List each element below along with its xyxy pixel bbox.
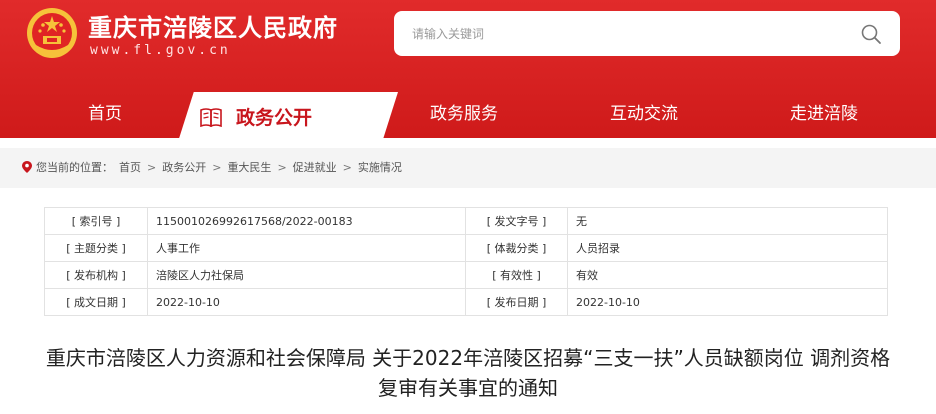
location-pin-icon (22, 161, 32, 173)
search-input[interactable] (412, 11, 832, 56)
breadcrumb-item-gov-affairs-open[interactable]: 政务公开 (162, 161, 206, 174)
genre-category-label: [ 体裁分类 ] (465, 234, 568, 262)
genre-category-value: 人员招录 (567, 234, 888, 262)
breadcrumb-separator: > (147, 161, 157, 174)
breadcrumb-bar: 您当前的位置： 首页 > 政务公开 > 重大民生 > 促进就业 > 实施情况 (0, 148, 936, 188)
table-row: [ 成文日期 ] 2022-10-10 [ 发布日期 ] 2022-10-10 (44, 288, 888, 316)
document-number-value: 无 (567, 207, 888, 235)
document-title: 重庆市涪陵区人力资源和社会保障局 关于2022年涪陵区招募“三支一扶”人员缺额岗… (45, 346, 891, 400)
breadcrumb-item-major-livelihood[interactable]: 重大民生 (227, 161, 271, 174)
breadcrumb-separator: > (212, 161, 222, 174)
book-icon (200, 108, 222, 127)
site-url: www.fl.gov.cn (90, 43, 231, 58)
main-nav: 首页 政务服务 互动交流 走进涪陵 (0, 90, 936, 138)
topic-category-value: 人事工作 (147, 234, 466, 262)
document-info-table: [ 索引号 ] 115001026992617568/2022-00183 [ … (44, 207, 888, 316)
table-row: [ 发布机构 ] 涪陵区人力社保局 [ 有效性 ] 有效 (44, 261, 888, 289)
table-row: [ 索引号 ] 115001026992617568/2022-00183 [ … (44, 207, 888, 235)
table-row: [ 主题分类 ] 人事工作 [ 体裁分类 ] 人员招录 (44, 234, 888, 262)
publish-date-label: [ 发布日期 ] (465, 288, 568, 316)
validity-label: [ 有效性 ] (465, 261, 568, 289)
breadcrumb-item-implementation[interactable]: 实施情况 (358, 161, 402, 174)
national-emblem-icon (27, 8, 77, 58)
breadcrumb: 您当前的位置： 首页 > 政务公开 > 重大民生 > 促进就业 > 实施情况 (22, 148, 402, 188)
index-number-value: 115001026992617568/2022-00183 (147, 207, 466, 235)
nav-item-gov-affairs-open[interactable]: 政务公开 (200, 98, 312, 138)
site-title[interactable]: 重庆市涪陵区人民政府 (88, 8, 338, 43)
index-number-label: [ 索引号 ] (44, 207, 148, 235)
nav-item-about-fuling[interactable]: 走进涪陵 (778, 90, 870, 138)
search-box (394, 11, 900, 56)
topic-category-label: [ 主题分类 ] (44, 234, 148, 262)
publisher-value: 涪陵区人力社保局 (147, 261, 466, 289)
breadcrumb-prefix: 您当前的位置： (36, 161, 113, 174)
breadcrumb-separator: > (277, 161, 287, 174)
nav-item-gov-services[interactable]: 政务服务 (418, 90, 510, 138)
written-date-value: 2022-10-10 (147, 288, 466, 316)
nav-item-interaction[interactable]: 互动交流 (598, 90, 690, 138)
search-icon[interactable] (860, 23, 882, 45)
publish-date-value: 2022-10-10 (567, 288, 888, 316)
document-number-label: [ 发文字号 ] (465, 207, 568, 235)
nav-item-home[interactable]: 首页 (70, 90, 140, 138)
breadcrumb-item-home[interactable]: 首页 (119, 161, 141, 174)
breadcrumb-separator: > (342, 161, 352, 174)
written-date-label: [ 成文日期 ] (44, 288, 148, 316)
validity-value: 有效 (567, 261, 888, 289)
publisher-label: [ 发布机构 ] (44, 261, 148, 289)
nav-active-label: 政务公开 (236, 107, 313, 129)
breadcrumb-item-employment[interactable]: 促进就业 (293, 161, 337, 174)
